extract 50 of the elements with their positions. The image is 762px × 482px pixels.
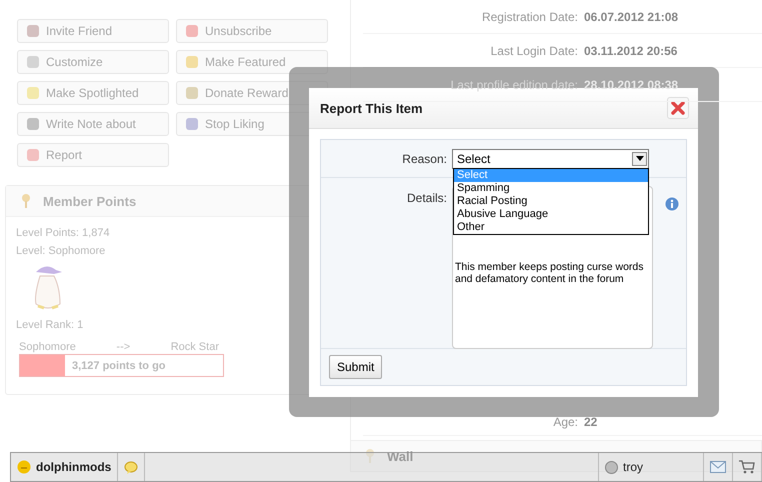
action-icon <box>26 24 40 38</box>
info-label: Age: <box>552 415 579 429</box>
action-button[interactable]: Customize <box>17 50 169 74</box>
dropdown-option[interactable]: Racial Posting <box>454 194 648 208</box>
username[interactable]: dolphinmods <box>36 460 112 474</box>
dropdown-option[interactable]: Abusive Language <box>454 208 648 220</box>
action-button[interactable]: Invite Friend <box>17 19 169 43</box>
action-icon <box>185 117 199 131</box>
level-from-label: Sophomore <box>19 340 76 354</box>
action-button[interactable]: Write Note about <box>17 112 169 136</box>
close-button[interactable] <box>667 97 689 119</box>
arrow-text: --> <box>116 340 130 354</box>
action-button[interactable]: Make Spotlighted <box>17 81 169 105</box>
dropdown-option[interactable]: Other <box>454 220 648 234</box>
info-label: Last Login Date: <box>490 44 579 58</box>
info-value: 22 <box>584 415 598 429</box>
dropdown-option[interactable]: Select <box>454 168 648 182</box>
envelope-icon[interactable] <box>710 461 726 473</box>
pin-icon <box>21 193 31 209</box>
action-button[interactable]: Report <box>17 143 169 167</box>
action-icon <box>185 55 199 69</box>
info-icon[interactable] <box>665 197 679 211</box>
info-value: 06.07.2012 21:08 <box>584 10 678 24</box>
action-button[interactable]: Unsubscribe <box>176 19 328 43</box>
action-icon <box>26 117 40 131</box>
points-text: Level Points: 1,874 <box>16 226 111 241</box>
cart-icon[interactable] <box>739 460 755 474</box>
rank-text: Level Rank: 1 <box>16 318 84 333</box>
action-icon <box>185 86 199 100</box>
submit-button[interactable]: Submit <box>329 355 382 379</box>
action-button[interactable]: Make Featured <box>176 50 328 74</box>
friend-name[interactable]: troy <box>622 460 643 474</box>
panel-title: Member Points <box>43 194 136 208</box>
info-value: 28.10.2012 08:38 <box>584 78 678 92</box>
reason-dropdown[interactable]: Select <box>452 148 649 168</box>
info-label: Registration Date: <box>480 10 579 24</box>
level-to-label: Rock Star <box>170 340 219 354</box>
details-label: Details: <box>406 190 448 205</box>
action-icon <box>185 24 199 38</box>
caret-icon <box>632 152 647 166</box>
action-icon <box>26 148 40 162</box>
smiley-icon[interactable] <box>17 460 31 474</box>
progress-text: 3,127 points to go <box>72 360 166 372</box>
reason-label: Reason: <box>401 152 448 166</box>
pin-icon <box>365 448 375 464</box>
action-icon <box>26 55 40 69</box>
info-value: 03.11.2012 20:56 <box>584 44 678 58</box>
speech-bubble-icon[interactable] <box>124 460 138 474</box>
action-icon <box>26 86 40 100</box>
points-text: Level: Sophomore <box>16 244 106 259</box>
